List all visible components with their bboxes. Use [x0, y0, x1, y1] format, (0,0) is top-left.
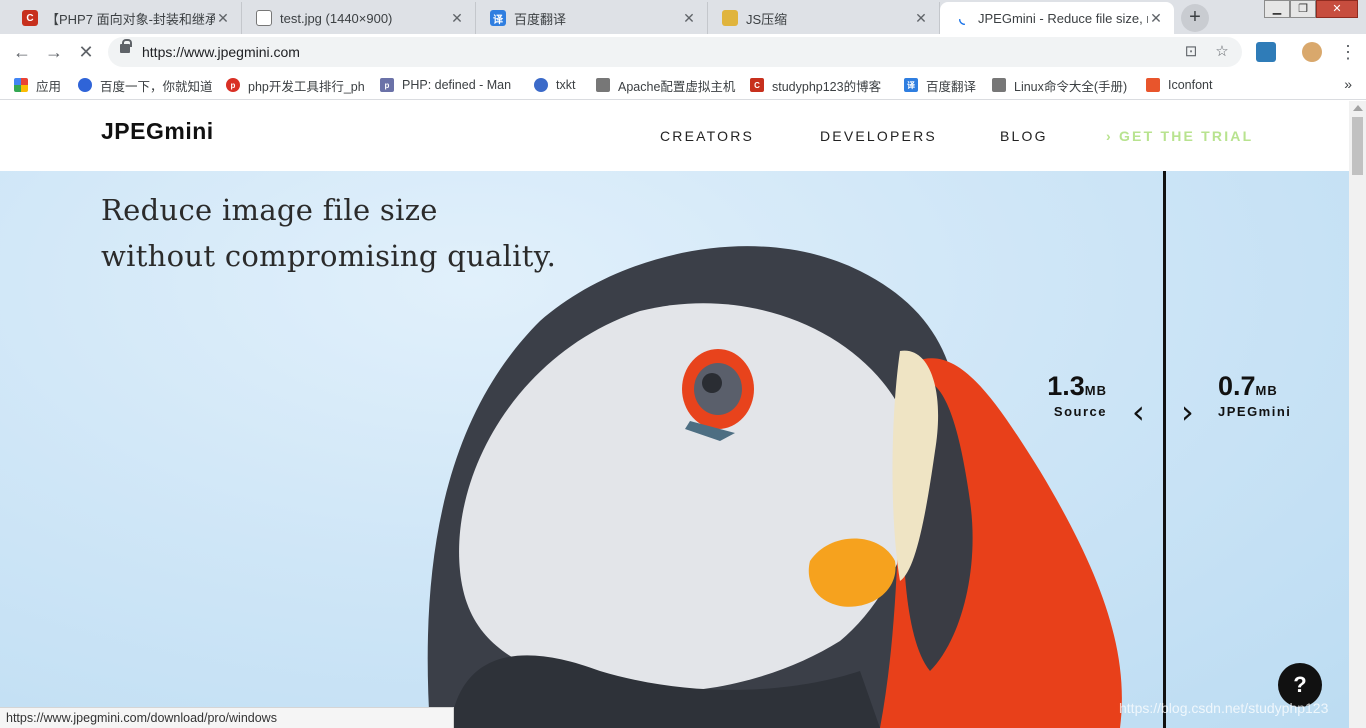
scroll-up-icon[interactable] — [1353, 105, 1363, 111]
hero-section: Reduce image file size without compromis… — [0, 171, 1349, 728]
close-icon[interactable]: ✕ — [681, 10, 697, 27]
csdn-icon: C — [22, 10, 38, 26]
chevron-left-icon[interactable]: ‹ — [1132, 393, 1145, 431]
address-bar[interactable]: https://www.jpegmini.com ⊡ ☆ — [108, 37, 1242, 67]
chevron-right-icon[interactable]: › — [1181, 393, 1194, 431]
bookmark-linux-commands[interactable]: Linux命令大全(手册) — [992, 76, 1127, 94]
apps-grid-icon — [14, 78, 28, 92]
close-icon[interactable]: ✕ — [913, 10, 929, 27]
close-icon[interactable]: ✕ — [1148, 10, 1164, 27]
bookmark-label: studyphp123的博客 — [772, 79, 882, 94]
bookmark-label: Linux命令大全(手册) — [1014, 79, 1128, 94]
site-logo[interactable]: JPEGmini — [101, 118, 214, 145]
nav-blog[interactable]: BLOG — [1000, 128, 1048, 144]
loading-icon: ◟ — [959, 9, 965, 26]
extension-s-icon[interactable] — [1256, 42, 1276, 62]
site-header: JPEGmini CREATORS DEVELOPERS BLOG › GET … — [0, 101, 1349, 171]
file-icon — [256, 10, 272, 26]
lock-icon — [120, 39, 132, 53]
get-trial-link[interactable]: › GET THE TRIAL — [1106, 128, 1253, 144]
bookmark-label: 应用 — [36, 79, 62, 94]
scroll-thumb[interactable] — [1352, 117, 1363, 175]
source-size-stat: 1.3MB Source — [1043, 371, 1107, 419]
tab-title: JS压缩 — [746, 11, 788, 27]
bookmark-php-defined[interactable]: p PHP: defined - Man — [380, 76, 511, 94]
iconfont-icon — [1146, 78, 1160, 92]
minimize-button[interactable]: ▁ — [1264, 0, 1290, 18]
bookmark-baidu[interactable]: 百度一下，你就知道 — [78, 76, 213, 94]
tab-jpegmini[interactable]: ◟ JPEGmini - Reduce file size, n ✕ — [940, 2, 1174, 34]
linux-icon — [992, 78, 1006, 92]
bookmark-php-tools[interactable]: p php开发工具排行_ph — [226, 76, 365, 94]
bookmark-apps[interactable]: 应用 — [14, 76, 61, 94]
comparison-slider-handle[interactable] — [1163, 171, 1166, 728]
php-net-icon: p — [380, 78, 394, 92]
source-size-unit: MB — [1084, 383, 1107, 398]
new-tab-button[interactable]: + — [1181, 4, 1209, 32]
url-text[interactable]: https://www.jpegmini.com — [142, 44, 300, 60]
php-icon: p — [226, 78, 240, 92]
tab-title: JPEGmini - Reduce file size, n — [978, 10, 1148, 26]
watermark-text: https://blog.csdn.net/studyphp123 — [1119, 700, 1329, 716]
bookmark-apache[interactable]: Apache配置虚拟主机 — [596, 76, 735, 94]
close-icon[interactable]: ✕ — [449, 10, 465, 27]
bookmarks-bar: 应用 百度一下，你就知道 p php开发工具排行_ph p PHP: defin… — [0, 70, 1366, 100]
tab-test-jpg[interactable]: test.jpg (1440×900) ✕ — [242, 2, 476, 34]
tab-baidu-translate[interactable]: 译 百度翻译 ✕ — [476, 2, 708, 34]
translate-page-icon[interactable]: ⊡ — [1180, 41, 1202, 63]
tab-title: 百度翻译 — [514, 11, 567, 27]
profile-avatar-icon[interactable] — [1302, 42, 1322, 62]
source-label: Source — [1053, 404, 1107, 419]
window-controls: ▁ ❐ ✕ — [1264, 0, 1358, 18]
apache-feather-icon — [596, 78, 610, 92]
translate-icon: 译 — [904, 78, 918, 92]
bookmark-label: Apache配置虚拟主机 — [618, 79, 736, 94]
jpegmini-size-stat: 0.7MB JPEGmini — [1218, 371, 1291, 419]
bookmark-star-icon[interactable]: ☆ — [1211, 41, 1233, 63]
hero-headline: Reduce image file size without compromis… — [101, 187, 556, 279]
page-scrollbar[interactable] — [1349, 101, 1366, 728]
tab-php7[interactable]: C 【PHP7 面向对象-封装和继承】 ✕ — [8, 2, 242, 34]
back-arrow-icon[interactable]: ← — [10, 40, 34, 64]
status-bar: https://www.jpegmini.com/download/pro/wi… — [0, 707, 454, 728]
nav-developers[interactable]: DEVELOPERS — [820, 128, 937, 144]
bookmark-label: php开发工具排行_ph — [248, 79, 365, 94]
jpegmini-size-unit: MB — [1255, 383, 1278, 398]
menu-dots-icon[interactable]: ⋮ — [1336, 40, 1360, 64]
chevron-right-icon: › — [1106, 128, 1113, 144]
tab-title: 【PHP7 面向对象-封装和继承】 — [46, 11, 215, 27]
baidu-paw-icon — [78, 78, 92, 92]
bookmark-baidu-translate[interactable]: 译 百度翻译 — [904, 76, 976, 94]
chevron-right-icon[interactable]: » — [1344, 76, 1352, 92]
bookmark-label: 百度一下，你就知道 — [100, 79, 213, 94]
maximize-button[interactable]: ❐ — [1290, 0, 1316, 18]
forward-arrow-icon[interactable]: → — [42, 40, 66, 64]
bookmark-studyphp-blog[interactable]: C studyphp123的博客 — [750, 76, 881, 94]
jpegmini-size-value: 0.7 — [1218, 371, 1256, 401]
js-compress-icon — [722, 10, 738, 26]
tab-js-compress[interactable]: JS压缩 ✕ — [708, 2, 940, 34]
bookmark-txkt[interactable]: txkt — [534, 76, 575, 94]
txkt-icon — [534, 78, 548, 92]
headline-line-2: without compromising quality. — [101, 239, 557, 273]
translate-icon: 译 — [490, 10, 506, 26]
bookmark-label: 百度翻译 — [926, 79, 977, 94]
close-icon[interactable]: ✕ — [215, 10, 231, 27]
web-page: JPEGmini CREATORS DEVELOPERS BLOG › GET … — [0, 101, 1349, 728]
headline-line-1: Reduce image file size — [101, 193, 438, 227]
bookmark-label: txkt — [556, 78, 576, 92]
tab-strip: C 【PHP7 面向对象-封装和继承】 ✕ test.jpg (1440×900… — [0, 0, 1366, 34]
bookmark-label: PHP: defined - Man — [402, 78, 512, 92]
bookmark-iconfont[interactable]: Iconfont — [1146, 76, 1212, 94]
tab-title: test.jpg (1440×900) — [280, 10, 393, 26]
stop-loading-icon[interactable]: ✕ — [74, 40, 98, 64]
source-size-value: 1.3 — [1047, 371, 1085, 401]
nav-creators[interactable]: CREATORS — [660, 128, 754, 144]
jpegmini-label: JPEGmini — [1218, 404, 1292, 419]
close-window-button[interactable]: ✕ — [1316, 0, 1358, 18]
browser-toolbar: ← → ✕ https://www.jpegmini.com ⊡ ☆ ⋮ — [0, 34, 1366, 70]
bookmark-label: Iconfont — [1168, 78, 1213, 92]
cta-label: GET THE TRIAL — [1118, 128, 1254, 144]
csdn-icon: C — [750, 78, 764, 92]
